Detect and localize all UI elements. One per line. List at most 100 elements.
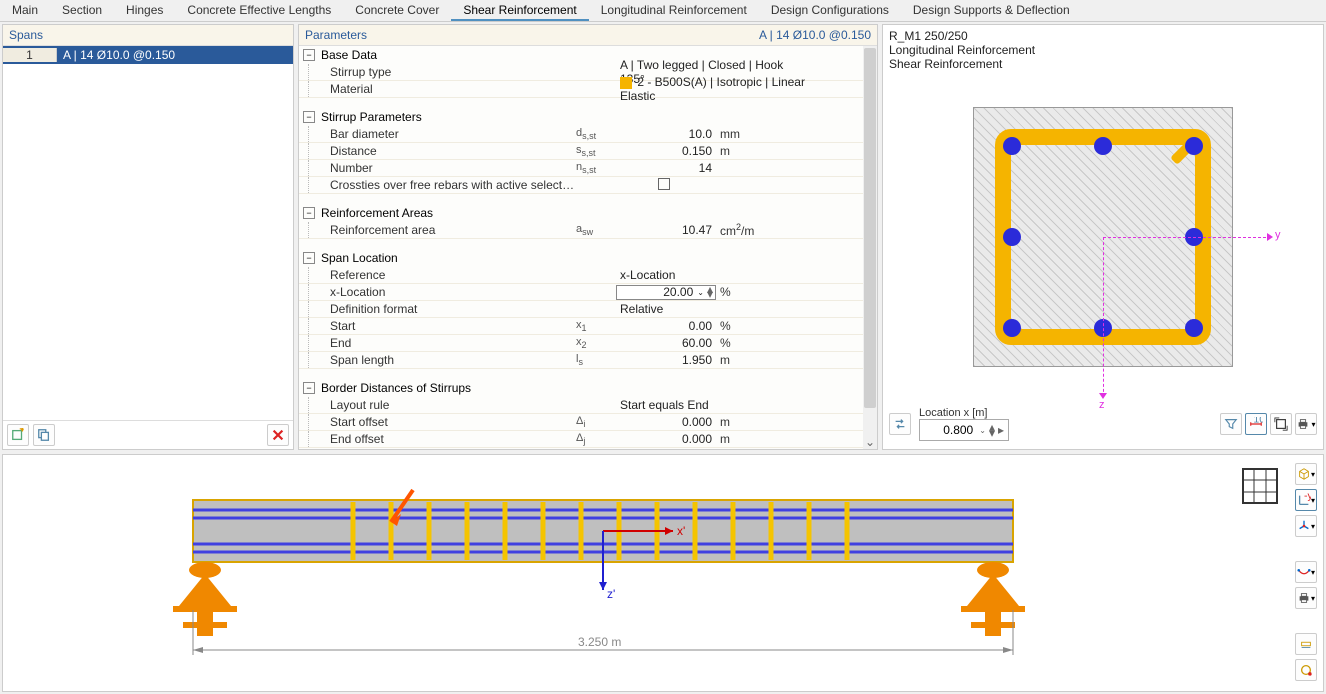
param-row[interactable]: Startx10.00% bbox=[299, 318, 863, 335]
param-row[interactable]: Layout ruleStart equals End bbox=[299, 397, 863, 414]
param-row[interactable]: Definition formatRelative bbox=[299, 301, 863, 318]
param-value: Start equals End bbox=[616, 398, 813, 412]
beam-elevation-view[interactable]: x' z' 3 bbox=[2, 454, 1324, 692]
location-input[interactable]: 0.800 ⌄ ▴▾ ▸ bbox=[919, 419, 1009, 441]
spans-panel: Spans 1 A | 14 Ø10.0 @0.150 bbox=[2, 24, 294, 450]
param-label: Crossties over free rebars with active s… bbox=[326, 178, 576, 192]
param-group-header[interactable]: −Border Distances of Stirrups bbox=[299, 379, 863, 397]
chevron-down-icon[interactable]: ⌄ bbox=[979, 426, 986, 435]
view-cube-icon[interactable] bbox=[1239, 465, 1281, 507]
param-unit: m bbox=[716, 415, 766, 429]
collapse-icon[interactable]: − bbox=[303, 49, 315, 61]
delete-button[interactable] bbox=[267, 424, 289, 446]
param-row[interactable]: Reference x-Location bbox=[299, 267, 863, 284]
scrollbar[interactable]: ⌄ bbox=[863, 46, 877, 449]
tab-hinges[interactable]: Hinges bbox=[114, 0, 175, 21]
spinner-icon[interactable]: ▴▾ bbox=[989, 424, 995, 436]
zoom-fit-button[interactable] bbox=[1270, 413, 1292, 435]
chevron-down-icon[interactable]: ▾ bbox=[1311, 420, 1315, 429]
parameters-panel: Parameters A | 14 Ø10.0 @0.150 −Base Dat… bbox=[298, 24, 878, 450]
cross-section-view[interactable]: y z bbox=[889, 71, 1317, 403]
collapse-icon[interactable]: − bbox=[303, 382, 315, 394]
tab-section[interactable]: Section bbox=[50, 0, 114, 21]
cs-rebar bbox=[1003, 137, 1021, 155]
param-row[interactable]: Span lengthls1.950m bbox=[299, 352, 863, 369]
deflection-button[interactable]: ▾ bbox=[1295, 561, 1317, 583]
param-value: x-Location bbox=[616, 268, 813, 282]
param-symbol: x2 bbox=[576, 336, 616, 350]
span-row[interactable]: 1 A | 14 Ø10.0 @0.150 bbox=[3, 46, 293, 64]
collapse-icon[interactable]: − bbox=[303, 111, 315, 123]
checkbox[interactable] bbox=[658, 178, 670, 190]
value-input[interactable]: 20.00⌄▴▾ bbox=[616, 285, 716, 300]
tab-design-config[interactable]: Design Configurations bbox=[759, 0, 901, 21]
filter-button[interactable] bbox=[1220, 413, 1242, 435]
play-icon[interactable]: ▸ bbox=[998, 423, 1004, 437]
param-row[interactable]: Numberns,st14 bbox=[299, 160, 863, 177]
param-value: 10.0 bbox=[616, 127, 716, 141]
param-value: 0.000 bbox=[616, 415, 716, 429]
view-axes-button[interactable]: ▾ bbox=[1295, 515, 1317, 537]
param-row[interactable]: Crossties over free rebars with active s… bbox=[299, 177, 863, 194]
tab-main[interactable]: Main bbox=[0, 0, 50, 21]
param-label: End bbox=[326, 336, 576, 350]
tab-long-reinf[interactable]: Longitudinal Reinforcement bbox=[589, 0, 759, 21]
cs-rebar bbox=[1003, 319, 1021, 337]
param-label: Definition format bbox=[326, 302, 576, 316]
location-value: 0.800 bbox=[943, 423, 973, 437]
view-iso-button[interactable]: ▾ bbox=[1295, 463, 1317, 485]
param-value: 0.150 bbox=[616, 144, 716, 158]
param-symbol: Δj bbox=[576, 432, 616, 446]
parameters-body[interactable]: −Base DataStirrup typeA | Two legged | C… bbox=[299, 46, 877, 449]
tab-strip: Main Section Hinges Concrete Effective L… bbox=[0, 0, 1326, 22]
param-label: Number bbox=[326, 161, 576, 175]
clear-view-button[interactable] bbox=[1295, 659, 1317, 681]
param-value: 10.47 bbox=[616, 223, 716, 237]
tab-shear-reinf[interactable]: Shear Reinforcement bbox=[451, 0, 588, 21]
parameters-title: Parameters bbox=[305, 28, 367, 42]
param-row[interactable]: Distancess,st0.150m bbox=[299, 143, 863, 160]
param-label: Stirrup type bbox=[326, 65, 576, 79]
param-group-header[interactable]: −Span Location bbox=[299, 249, 863, 267]
param-symbol: ds,st bbox=[576, 127, 616, 141]
tab-cover[interactable]: Concrete Cover bbox=[343, 0, 451, 21]
dimension-button[interactable]: 100 bbox=[1245, 413, 1267, 435]
show-dims-button[interactable] bbox=[1295, 633, 1317, 655]
collapse-icon[interactable]: − bbox=[303, 252, 315, 264]
param-row[interactable]: Reinforcement areaasw10.47cm2/m bbox=[299, 222, 863, 239]
param-label: Start bbox=[326, 319, 576, 333]
param-group-header[interactable]: −Stirrup Parameters bbox=[299, 108, 863, 126]
arrow-right-icon bbox=[1267, 233, 1273, 241]
param-symbol: ss,st bbox=[576, 144, 616, 158]
param-row[interactable]: Start offsetΔi0.000m bbox=[299, 414, 863, 431]
param-symbol: Δi bbox=[576, 415, 616, 429]
param-group-header[interactable]: −Reinforcement Areas bbox=[299, 204, 863, 222]
tab-eff-lengths[interactable]: Concrete Effective Lengths bbox=[175, 0, 343, 21]
param-label: Material bbox=[326, 82, 576, 96]
param-label: Reference bbox=[326, 268, 576, 282]
view-y-button[interactable]: -y▾ bbox=[1295, 489, 1317, 511]
param-value: 14 bbox=[616, 161, 716, 175]
param-label: Span length bbox=[326, 353, 576, 367]
param-row[interactable]: Material 2 - B500S(A) | Isotropic | Line… bbox=[299, 81, 863, 98]
param-row[interactable]: End offsetΔj0.000m bbox=[299, 431, 863, 448]
copy-config-button[interactable] bbox=[33, 424, 55, 446]
param-symbol: ns,st bbox=[576, 161, 616, 175]
axis-z-label: z' bbox=[607, 587, 615, 601]
param-row[interactable]: Endx260.00% bbox=[299, 335, 863, 352]
tab-supports-defl[interactable]: Design Supports & Deflection bbox=[901, 0, 1082, 21]
param-label: Start offset bbox=[326, 415, 576, 429]
print-view-button[interactable]: ▾ bbox=[1295, 587, 1317, 609]
collapse-icon[interactable]: − bbox=[303, 207, 315, 219]
param-value: 0.00 bbox=[616, 319, 716, 333]
print-button[interactable]: ▾ bbox=[1295, 413, 1317, 435]
spans-list: 1 A | 14 Ø10.0 @0.150 bbox=[3, 46, 293, 420]
param-row[interactable]: Bar diameterds,st10.0mm bbox=[299, 126, 863, 143]
new-config-button[interactable] bbox=[7, 424, 29, 446]
swap-button[interactable] bbox=[889, 413, 911, 435]
beam-svg: x' z' 3 bbox=[173, 480, 1033, 690]
scroll-thumb[interactable] bbox=[864, 48, 876, 408]
param-row[interactable]: x-Location20.00⌄▴▾% bbox=[299, 284, 863, 301]
scroll-down-icon[interactable]: ⌄ bbox=[863, 435, 877, 449]
axis-x-label: x' bbox=[677, 524, 685, 538]
